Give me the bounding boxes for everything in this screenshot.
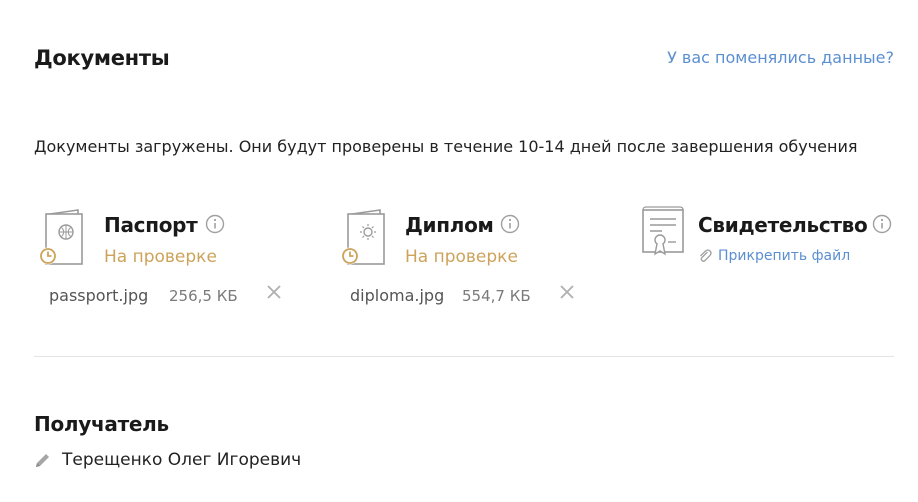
info-icon[interactable] [872, 214, 892, 234]
recipient-row[interactable]: Терещенко Олег Игоревич [34, 450, 301, 470]
status-badge: На проверке [405, 247, 518, 267]
file-name: diploma.jpg [350, 286, 445, 305]
certificate-icon [642, 206, 684, 256]
changed-data-link[interactable]: У вас поменялись данные? [667, 48, 894, 67]
info-icon[interactable] [500, 214, 520, 234]
section-divider [34, 356, 894, 357]
document-name: Свидетельство [698, 213, 868, 237]
diploma-icon [341, 209, 385, 265]
file-name: passport.jpg [49, 286, 149, 305]
attach-file-button[interactable]: Прикрепить файл [698, 248, 850, 264]
paperclip-icon [700, 249, 712, 262]
pencil-icon[interactable] [34, 452, 51, 469]
document-name: Паспорт [104, 213, 198, 237]
documents-title: Документы [34, 46, 170, 70]
close-icon [560, 285, 574, 299]
remove-file-button[interactable] [558, 283, 576, 304]
file-size: 554,7 КБ [462, 287, 531, 305]
file-size: 256,5 КБ [169, 287, 238, 305]
document-name: Диплом [405, 213, 494, 237]
close-icon [267, 285, 281, 299]
status-badge: На проверке [104, 247, 217, 267]
recipient-title: Получатель [34, 412, 169, 436]
remove-file-button[interactable] [265, 283, 283, 304]
info-icon[interactable] [205, 214, 225, 234]
recipient-name: Терещенко Олег Игоревич [62, 450, 302, 470]
passport-icon [39, 209, 83, 265]
documents-notice: Документы загружены. Они будут проверены… [34, 137, 858, 156]
attach-file-label: Прикрепить файл [718, 248, 851, 264]
